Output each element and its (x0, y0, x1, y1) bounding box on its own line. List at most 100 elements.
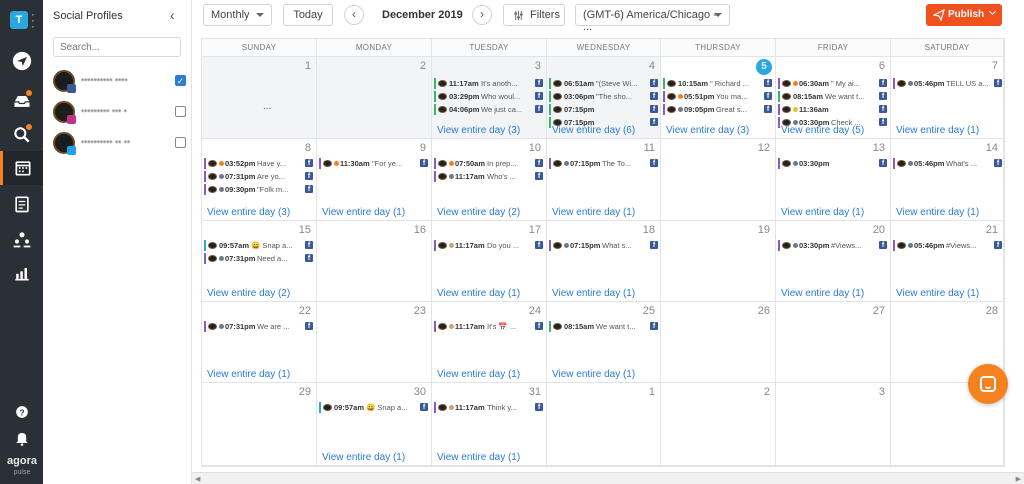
scroll-right-icon[interactable]: ▶ (1016, 475, 1021, 483)
horizontal-scrollbar[interactable]: ◀ ▶ (192, 472, 1024, 484)
scheduled-post[interactable]: 08:15am We want t... f (778, 91, 888, 102)
scheduled-post[interactable]: 11:17am Who's ... f (434, 171, 544, 182)
scheduled-post[interactable]: 03:52pm Have y... f (204, 158, 314, 169)
day-cell[interactable]: 11 07:15pm The To... f View entire day (1) (547, 139, 661, 221)
scheduled-post[interactable]: 09:57am 😀 Snap a... f (319, 402, 429, 413)
scheduled-post[interactable]: 05:51pm You ma... f (663, 91, 773, 102)
planner-nav-icon[interactable] (0, 187, 43, 221)
view-entire-day-link[interactable]: View entire day (3) (437, 125, 520, 136)
collapse-panel-icon[interactable]: ‹ (170, 7, 175, 23)
profile-checkbox[interactable] (175, 106, 186, 117)
day-cell[interactable]: 27 (776, 302, 891, 383)
day-cell[interactable]: 9 11:30am "For ye... f View entire day (1) (317, 139, 432, 221)
account-avatar[interactable]: T (10, 11, 28, 29)
scheduled-post[interactable]: 07:50am In prep... f (434, 158, 544, 169)
inbox-nav-icon[interactable] (0, 84, 43, 118)
day-cell[interactable]: 13 03:30pm f View entire day (1) (776, 139, 891, 221)
day-cell[interactable]: 16 (317, 221, 432, 302)
view-entire-day-link[interactable]: View entire day (1) (437, 288, 520, 299)
day-cell[interactable]: 17 11:17am Do you ... f View entire day (1) (432, 221, 547, 302)
account-menu-icon[interactable]: · · · (31, 10, 35, 33)
scheduled-post[interactable]: 11:17am It's 📅 ... f (434, 321, 544, 332)
scheduled-post[interactable]: 03:30pm #Views... f (778, 240, 888, 251)
scheduled-post[interactable]: 11:30am "For ye... f (319, 158, 429, 169)
profile-checkbox[interactable] (175, 137, 186, 148)
profile-item[interactable]: •••••••••• •• •• (53, 132, 186, 155)
day-cell[interactable]: 30 09:57am 😀 Snap a... f View entire day (1) (317, 383, 432, 466)
view-entire-day-link[interactable]: View entire day (1) (322, 452, 405, 463)
scroll-left-icon[interactable]: ◀ (195, 475, 200, 483)
calendar-nav-icon[interactable] (0, 151, 43, 185)
scheduled-post[interactable]: 11:17am It's anoth... f (434, 78, 544, 89)
profile-item[interactable]: •••••••••• •••• ✓ (53, 70, 186, 93)
view-mode-select[interactable]: Monthly (203, 4, 272, 26)
day-cell[interactable]: 3 11:17am It's anoth... f 03:29pm Who woul...… (432, 57, 547, 139)
scheduled-post[interactable]: 09:30pm "Folk m... f (204, 184, 314, 195)
view-entire-day-link[interactable]: View entire day (6) (552, 125, 635, 136)
scheduled-post[interactable]: 10:15am " Richard ... f (663, 78, 773, 89)
scheduled-post[interactable]: 07:15pm f (549, 104, 659, 115)
day-cell[interactable]: 19 (661, 221, 776, 302)
view-entire-day-link[interactable]: View entire day (1) (896, 125, 979, 136)
day-cell[interactable]: 31 11:17am Think y... f View entire day (1) (432, 383, 547, 466)
filters-button[interactable]: Filters (503, 4, 565, 26)
scheduled-post[interactable]: 03:29pm Who woul... f (434, 91, 544, 102)
scheduled-post[interactable]: 11:17am Do you ... f (434, 240, 544, 251)
bell-icon[interactable] (0, 421, 43, 455)
view-entire-day-link[interactable]: View entire day (1) (552, 288, 635, 299)
scheduled-post[interactable]: 11:36am f (778, 104, 888, 115)
scheduled-post[interactable]: 07:31pm Need a... f (204, 253, 314, 264)
prev-month-button[interactable]: ‹ (344, 5, 364, 25)
day-cell[interactable]: 6 06:30am " My ai... f 08:15am We want t... f 1… (776, 57, 891, 139)
scheduled-post[interactable]: 05:46pm What's ... f (893, 158, 1003, 169)
timezone-select[interactable]: (GMT-6) America/Chicago - ... (575, 4, 730, 33)
day-cell[interactable]: 2 (661, 383, 776, 466)
scheduled-post[interactable]: 09:57am 😀 Snap a... f (204, 240, 314, 251)
scheduled-post[interactable]: 06:51am "(Steve Wi... f (549, 78, 659, 89)
scheduled-post[interactable]: 07:15pm What s... f (549, 240, 659, 251)
day-cell[interactable]: 22 07:31pm We are ... f View entire day (1) (202, 302, 317, 383)
scheduled-post[interactable]: 05:46pm TELL US a... f (893, 78, 1003, 89)
reports-nav-icon[interactable] (0, 256, 43, 290)
day-cell[interactable]: 12 (661, 139, 776, 221)
scheduled-post[interactable]: 04:06pm We just ca... f (434, 104, 544, 115)
day-cell[interactable]: 3 (776, 383, 891, 466)
view-entire-day-link[interactable]: View entire day (1) (322, 207, 405, 218)
next-month-button[interactable]: › (472, 5, 492, 25)
day-cell[interactable]: 2 (317, 57, 432, 139)
users-nav-icon[interactable] (0, 222, 43, 256)
listening-nav-icon[interactable] (0, 118, 43, 152)
scheduled-post[interactable]: 08:15am We want t... f (549, 321, 659, 332)
publish-button[interactable]: Publish (926, 4, 1002, 26)
profile-search-input[interactable] (53, 37, 181, 57)
view-entire-day-link[interactable]: View entire day (1) (781, 207, 864, 218)
day-cell[interactable]: 18 07:15pm What s... f View entire day (1) (547, 221, 661, 302)
day-cell[interactable]: 21 05:46pm #Views... f View entire day (1) (891, 221, 1004, 302)
view-entire-day-link[interactable]: View entire day (1) (552, 369, 635, 380)
scheduled-post[interactable]: 07:15pm The To... f (549, 158, 659, 169)
view-entire-day-link[interactable]: View entire day (3) (207, 207, 290, 218)
agorapulse-logo[interactable]: agora pulse (4, 456, 40, 478)
publish-nav-icon[interactable] (0, 44, 43, 78)
day-cell[interactable]: 29 (202, 383, 317, 466)
scheduled-post[interactable]: 03:30pm f (778, 158, 888, 169)
view-entire-day-link[interactable]: View entire day (2) (437, 207, 520, 218)
view-entire-day-link[interactable]: View entire day (1) (437, 369, 520, 380)
view-entire-day-link[interactable]: View entire day (1) (896, 207, 979, 218)
scheduled-post[interactable]: 03:06pm "The sho... f (549, 91, 659, 102)
scheduled-post[interactable]: 11:17am Think y... f (434, 402, 544, 413)
view-entire-day-link[interactable]: View entire day (1) (781, 288, 864, 299)
day-cell[interactable]: 26 (661, 302, 776, 383)
profile-item[interactable]: ••••••••• ••• • (53, 101, 186, 124)
view-entire-day-link[interactable]: View entire day (1) (437, 452, 520, 463)
day-cell[interactable]: 24 11:17am It's 📅 ... f View entire day (1) (432, 302, 547, 383)
view-entire-day-link[interactable]: View entire day (2) (207, 288, 290, 299)
view-entire-day-link[interactable]: View entire day (1) (207, 369, 290, 380)
view-entire-day-link[interactable]: View entire day (3) (666, 125, 749, 136)
day-cell[interactable]: 20 03:30pm #Views... f View entire day (1) (776, 221, 891, 302)
day-cell[interactable]: 7 05:46pm TELL US a... f View entire day (1) (891, 57, 1004, 139)
day-cell[interactable]: 15 09:57am 😀 Snap a... f 07:31pm Need a... f Vi… (202, 221, 317, 302)
scheduled-post[interactable]: 05:46pm #Views... f (893, 240, 1003, 251)
day-cell[interactable]: 23 (317, 302, 432, 383)
day-cell[interactable]: 5 10:15am " Richard ... f 05:51pm You ma... f 0… (661, 57, 776, 139)
